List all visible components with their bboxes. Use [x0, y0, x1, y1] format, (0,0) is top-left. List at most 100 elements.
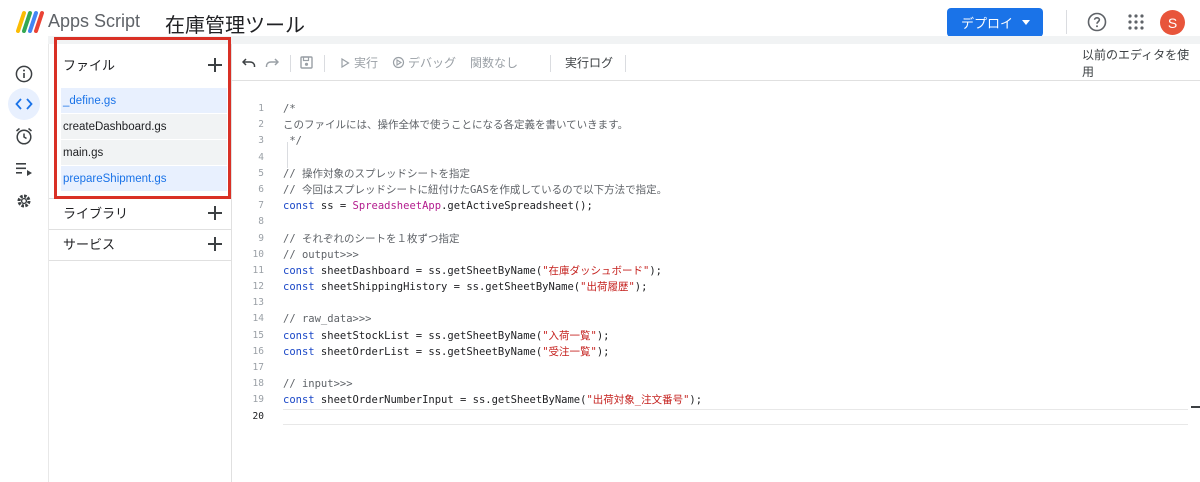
line-number: 15 [252, 329, 264, 341]
deploy-button[interactable]: デプロイ [947, 8, 1043, 37]
code-token: .getActiveSpreadsheet(); [441, 200, 593, 213]
line-number: 1 [258, 103, 264, 114]
scrollbar-marker[interactable] [1191, 406, 1200, 408]
line-number: 9 [258, 232, 264, 244]
code-line[interactable]: // output>>> [283, 247, 1188, 263]
code-token: */ [283, 135, 302, 148]
code-token: ); [596, 329, 610, 342]
line-number: 13 [252, 297, 264, 309]
divider [324, 55, 325, 72]
code-line[interactable]: */ [283, 133, 1188, 149]
line-number: 5 [258, 167, 264, 179]
line-number: 19 [252, 394, 264, 406]
add-service-icon[interactable] [208, 236, 222, 251]
code-editor[interactable]: 1 2 3 4 5 6 7 8 9 10 11 12 13 14 15 16 17 18 19 20 /* このファイル… [232, 81, 1200, 482]
chevron-down-icon [1022, 20, 1030, 25]
code-token: // raw_data>>> [283, 313, 372, 326]
settings-icon[interactable] [12, 189, 36, 213]
code-token: // それぞれのシートを１枚ずつ指定 [283, 232, 460, 245]
libraries-label: ライブラリ [63, 206, 129, 221]
code-line[interactable] [283, 360, 1188, 376]
code-token: /* [283, 103, 296, 115]
apps-grid-icon[interactable] [1128, 14, 1144, 30]
code-token: // output>>> [283, 248, 359, 261]
line-number: 2 [258, 119, 264, 131]
code-line[interactable]: // それぞれのシートを１枚ずつ指定 [283, 231, 1188, 247]
line-number: 8 [258, 216, 264, 228]
services-label: サービス [63, 237, 116, 252]
editor-toolbar: 実行 デバッグ 関数なし 実行ログ 以前のエディタを使用 [232, 44, 1200, 81]
code-icon[interactable] [8, 88, 40, 120]
undo-icon[interactable] [242, 44, 256, 81]
code-token: ); [649, 264, 662, 277]
code-token: sheetDashboard = ss.getSheetByName( [314, 264, 543, 277]
code-line[interactable]: // 今回はスプレッドシートに紐付けたGASを作成しているので以下方法で指定。 [283, 182, 1188, 198]
save-icon[interactable] [300, 44, 313, 81]
code-token: ); [634, 281, 648, 294]
code-token: // 操作対象のスプレッドシートを指定 [283, 167, 470, 180]
code-token: SpreadsheetApp [352, 200, 442, 213]
code-token: const [283, 264, 315, 277]
code-token: ); [689, 394, 703, 407]
line-number: 18 [252, 378, 264, 390]
code-token: sheetStockList = ss.getSheetByName( [314, 329, 543, 342]
alarm-icon[interactable] [12, 124, 36, 148]
code-line[interactable]: const sheetStockList = ss.getSheetByName… [283, 328, 1188, 344]
code-line[interactable]: const sheetOrderNumberInput = ss.getShee… [283, 392, 1188, 408]
app-name: Apps Script [48, 11, 141, 31]
function-select-value: 関数なし [470, 56, 519, 70]
line-number: 11 [252, 264, 264, 276]
code-line[interactable]: // input>>> [283, 376, 1188, 392]
redo-icon[interactable] [265, 44, 279, 81]
line-number: 12 [252, 281, 264, 293]
project-title[interactable]: 在庫管理ツール [165, 9, 305, 38]
line-number: 17 [252, 362, 264, 373]
code-line[interactable]: このファイルには、操作全体で使うことになる各定義を書いていきます。 [283, 117, 1188, 133]
code-line[interactable]: const sheetShippingHistory = ss.getSheet… [283, 279, 1188, 295]
avatar-initial: S [1167, 14, 1178, 31]
legacy-editor-button[interactable]: 以前のエディタを使用 [1082, 44, 1200, 81]
code-token: このファイルには、操作全体で使うことになる各定義を書いていきます。 [283, 119, 629, 132]
help-icon[interactable] [1087, 12, 1107, 32]
code-line[interactable] [283, 150, 1188, 166]
run-label: 実行 [354, 56, 379, 70]
libraries-section-header: ライブラリ [49, 197, 233, 228]
code-line[interactable] [283, 295, 1188, 311]
add-library-icon[interactable] [208, 205, 222, 220]
code-line[interactable] [283, 214, 1188, 230]
divider [1066, 10, 1067, 34]
code-line[interactable] [283, 408, 1188, 425]
code-line[interactable]: const sheetOrderList = ss.getSheetByName… [283, 344, 1188, 360]
code-token: "出荷履歴" [580, 281, 635, 294]
left-rail [0, 44, 48, 482]
line-number: 6 [258, 183, 264, 195]
code-token: const [283, 281, 315, 294]
code-line[interactable]: // 操作対象のスプレッドシートを指定 [283, 166, 1188, 182]
execution-log-label: 実行ログ [565, 56, 614, 70]
code-line[interactable]: const sheetDashboard = ss.getSheetByName… [283, 263, 1188, 279]
run-button[interactable]: 実行 [340, 44, 378, 81]
debug-button[interactable]: デバッグ [392, 44, 456, 81]
line-number-gutter: 1 2 3 4 5 6 7 8 9 10 11 12 13 14 15 16 17 18 19 20 [232, 101, 264, 425]
divider [49, 260, 233, 261]
avatar[interactable]: S [1160, 10, 1185, 35]
execution-log-button[interactable]: 実行ログ [565, 44, 613, 81]
line-number: 4 [258, 151, 264, 163]
apps-script-logo[interactable] [16, 9, 44, 33]
code-token: const [283, 329, 315, 342]
playlist-icon[interactable] [12, 157, 36, 181]
info-icon[interactable] [12, 62, 36, 86]
line-number: 3 [258, 135, 264, 147]
code-token: const [283, 345, 315, 358]
debug-label: デバッグ [408, 56, 457, 70]
code-line[interactable]: const ss = SpreadsheetApp.getActiveSprea… [283, 198, 1188, 214]
deploy-button-label: デプロイ [961, 16, 1014, 31]
code-line[interactable]: // raw_data>>> [283, 311, 1188, 327]
function-select[interactable]: 関数なし [470, 44, 518, 81]
code-token: sheetOrderNumberInput = ss.getSheetByNam… [314, 394, 587, 407]
code-token: ); [596, 345, 610, 358]
code-area[interactable]: /* このファイルには、操作全体で使うことになる各定義を書いていきます。 */ //… [283, 101, 1188, 425]
code-line[interactable]: /* [283, 101, 1188, 117]
divider [625, 55, 626, 72]
code-token: // 今回はスプレッドシートに紐付けたGASを作成しているので以下方法で指定。 [283, 183, 668, 196]
